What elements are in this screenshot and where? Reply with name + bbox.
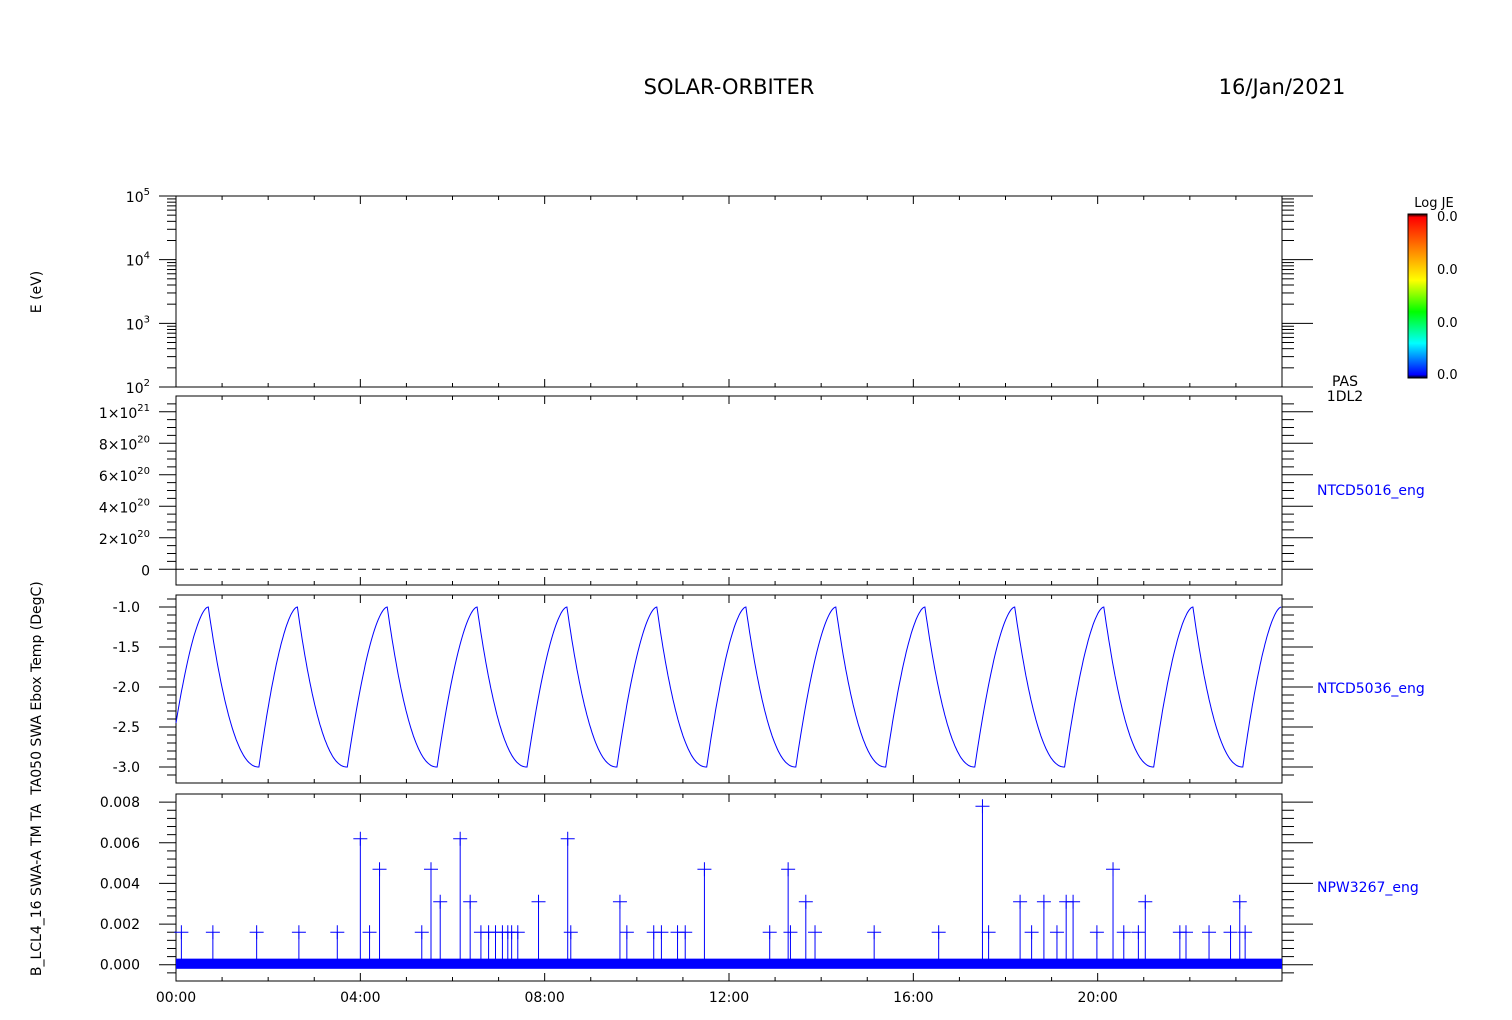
y-tick-label: 1×1021 — [99, 403, 150, 422]
data-point — [1089, 925, 1104, 940]
y-tick-label: 0.006 — [100, 836, 140, 852]
y-axis-label: E (eV) — [29, 271, 45, 313]
data-point — [975, 799, 990, 814]
data-point — [798, 894, 813, 909]
data-point — [619, 925, 634, 940]
data-point — [510, 925, 525, 940]
data-point — [423, 862, 438, 877]
y-tick-label: 0.008 — [100, 795, 140, 811]
y-tick-label: 0.000 — [100, 958, 140, 974]
x-tick-label: 12:00 — [709, 990, 749, 1006]
data-point — [1202, 925, 1217, 940]
data-point — [372, 862, 387, 877]
data-point — [353, 831, 368, 846]
series-label: NTCD5036_eng — [1317, 681, 1425, 697]
data-point — [1178, 925, 1193, 940]
plot-date: 16/Jan/2021 — [1219, 75, 1346, 99]
plot-panels: 00:00 04:00 08:00 12:00 16:00 20:00 105 104 103 1… — [29, 187, 1425, 1006]
y-tick-label: -1.5 — [113, 640, 140, 656]
y-tick-label: -2.5 — [113, 720, 140, 736]
y-tick-label: 2×1020 — [99, 529, 150, 548]
data-point — [1223, 925, 1238, 940]
colorbar-tick-label: 0.0 — [1437, 263, 1458, 278]
y-tick-label: 0.002 — [100, 917, 140, 933]
data-point — [1232, 894, 1247, 909]
mission-title: SOLAR-ORBITER — [644, 75, 815, 99]
data-point — [433, 894, 448, 909]
data-point — [931, 925, 946, 940]
y-tick-label: 104 — [126, 251, 150, 270]
data-point — [612, 894, 627, 909]
x-tick-label: 20:00 — [1077, 990, 1117, 1006]
data-point — [678, 925, 693, 940]
y-tick-label: -1.0 — [113, 600, 140, 616]
series-line — [175, 606, 1282, 768]
y-tick-label: 103 — [126, 314, 150, 333]
x-tick-label: 08:00 — [524, 990, 564, 1006]
colorbar-scale — [1407, 213, 1428, 379]
colorbar-title: Log JE — [1414, 196, 1453, 211]
instrument-label: 1DL2 — [1327, 389, 1363, 405]
data-point — [1106, 862, 1121, 877]
colorbar: Log JE 0.0 0.0 0.0 0.0 — [1407, 196, 1458, 383]
data-point — [981, 925, 996, 940]
data-point — [560, 831, 575, 846]
data-point — [531, 894, 546, 909]
data-point — [783, 925, 798, 940]
data-point — [1138, 894, 1153, 909]
y-tick-label: 105 — [126, 187, 150, 206]
x-tick-label: 04:00 — [340, 990, 380, 1006]
data-point — [414, 925, 429, 940]
data-point — [1049, 925, 1064, 940]
data-point — [330, 925, 345, 940]
series-label: NPW3267_eng — [1317, 880, 1419, 896]
data-point — [453, 831, 468, 846]
data-point — [867, 925, 882, 940]
data-point — [654, 925, 669, 940]
panel-frame — [175, 195, 1283, 388]
colorbar-tick-label: 0.0 — [1437, 368, 1458, 383]
data-point — [249, 925, 264, 940]
y-tick-label: 0 — [141, 563, 150, 579]
data-point — [563, 925, 578, 940]
y-axis-label: TA050 SWA Ebox Temp (DegC) — [29, 581, 45, 796]
x-tick-label: 16:00 — [893, 990, 933, 1006]
data-point — [781, 862, 796, 877]
data-point — [1131, 925, 1146, 940]
data-point — [1013, 894, 1028, 909]
data-point — [291, 925, 306, 940]
data-point — [1024, 925, 1039, 940]
y-tick-label: -3.0 — [113, 760, 140, 776]
y-axis-label: B_LCL4_16 SWA-A TM TA — [29, 803, 45, 976]
y-tick-label: 8×1020 — [99, 434, 150, 453]
figure-canvas: SOLAR-ORBITER 16/Jan/2021 Log JE 0.0 0.0… — [29, 75, 1458, 1006]
series-label: NTCD5016_eng — [1317, 483, 1425, 499]
y-tick-label: 6×1020 — [99, 466, 150, 485]
colorbar-tick-label: 0.0 — [1437, 316, 1458, 331]
instrument-label: PAS — [1332, 374, 1358, 390]
colorbar-tick-label: 0.0 — [1437, 210, 1458, 225]
data-point — [808, 925, 823, 940]
data-point — [205, 925, 220, 940]
y-tick-label: 0.004 — [100, 876, 140, 892]
panel-frame — [175, 395, 1283, 586]
data-point — [463, 894, 478, 909]
baseline-band — [176, 958, 1282, 969]
x-tick-label: 00:00 — [156, 990, 196, 1006]
data-point — [362, 925, 377, 940]
y-tick-label: 102 — [126, 378, 150, 397]
panel-frame — [175, 793, 1283, 982]
y-tick-label: -2.0 — [113, 680, 140, 696]
panel-frame — [175, 594, 1283, 784]
data-point — [762, 925, 777, 940]
data-point — [697, 862, 712, 877]
data-point — [1116, 925, 1131, 940]
data-point — [1036, 894, 1051, 909]
y-tick-label: 4×1020 — [99, 497, 150, 516]
data-point — [1066, 894, 1081, 909]
